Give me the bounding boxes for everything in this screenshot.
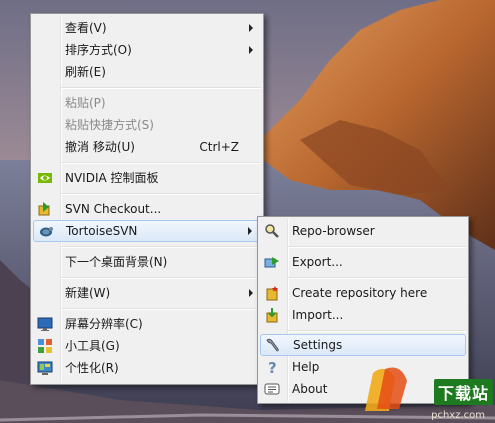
menu-item-gadgets[interactable]: 小工具(G) bbox=[33, 335, 261, 357]
menu-item-label: 查看(V) bbox=[65, 21, 107, 35]
submenu-item-repo-browser[interactable]: Repo-browser bbox=[260, 220, 466, 242]
svg-text:?: ? bbox=[268, 359, 277, 375]
menu-item-label: About bbox=[292, 382, 328, 396]
menu-item-nvidia-control-panel[interactable]: NVIDIA 控制面板 bbox=[33, 167, 261, 189]
menu-item-paste: 粘贴(P) bbox=[33, 92, 261, 114]
watermark-url: pchxz.com bbox=[431, 410, 485, 421]
menu-separator bbox=[288, 246, 466, 248]
shortcut-label: Ctrl+Z bbox=[199, 140, 239, 154]
menu-item-label: 粘贴(P) bbox=[65, 96, 106, 110]
export-icon bbox=[264, 257, 279, 268]
menu-separator bbox=[288, 277, 466, 279]
submenu-item-export[interactable]: Export... bbox=[260, 251, 466, 273]
menu-item-label: 粘贴快捷方式(S) bbox=[65, 118, 154, 132]
about-icon bbox=[264, 383, 280, 395]
menu-item-label: Settings bbox=[293, 338, 343, 352]
menu-separator bbox=[61, 193, 261, 195]
submenu-arrow-icon bbox=[249, 46, 253, 54]
submenu-item-create-repository[interactable]: Create repository here bbox=[260, 282, 466, 304]
personalize-icon bbox=[37, 361, 53, 375]
menu-item-label: TortoiseSVN bbox=[66, 224, 138, 238]
menu-item-svn-checkout[interactable]: SVN Checkout... bbox=[33, 198, 261, 220]
submenu-arrow-icon bbox=[248, 227, 252, 235]
menu-separator bbox=[61, 246, 261, 248]
menu-item-label: Export... bbox=[292, 255, 343, 269]
menu-item-refresh[interactable]: 刷新(E) bbox=[33, 61, 261, 83]
menu-item-label: Create repository here bbox=[292, 286, 428, 300]
menu-item-label: 小工具(G) bbox=[65, 339, 120, 353]
menu-item-label: Import... bbox=[292, 308, 344, 322]
watermark-brand: 下载站 bbox=[433, 379, 493, 405]
nvidia-icon bbox=[38, 173, 52, 183]
settings-icon bbox=[266, 338, 279, 352]
menu-item-label: 撤消 移动(U) bbox=[65, 140, 135, 154]
menu-separator bbox=[288, 330, 466, 332]
watermark-logo bbox=[365, 367, 407, 411]
menu-item-personalize[interactable]: 个性化(R) bbox=[33, 357, 261, 379]
screen-resolution-icon bbox=[37, 317, 53, 331]
menu-separator bbox=[61, 308, 261, 310]
menu-item-next-desktop-background[interactable]: 下一个桌面背景(N) bbox=[33, 251, 261, 273]
help-icon: ? bbox=[268, 359, 277, 375]
menu-item-label: 排序方式(O) bbox=[65, 43, 132, 57]
gadgets-icon bbox=[38, 339, 52, 353]
site-watermark: 下载站 pchxz.com bbox=[355, 363, 495, 423]
menu-item-new[interactable]: 新建(W) bbox=[33, 282, 261, 304]
tortoisesvn-icon bbox=[40, 227, 53, 237]
create-repository-icon bbox=[266, 286, 278, 301]
submenu-arrow-icon bbox=[249, 289, 253, 297]
menu-item-sort-by[interactable]: 排序方式(O) bbox=[33, 39, 261, 61]
menu-item-label: Help bbox=[292, 360, 320, 374]
menu-item-label: 新建(W) bbox=[65, 286, 111, 300]
menu-separator bbox=[61, 277, 261, 279]
svn-checkout-icon bbox=[38, 202, 50, 216]
menu-item-label: 下一个桌面背景(N) bbox=[65, 255, 168, 269]
submenu-item-settings[interactable]: Settings bbox=[260, 334, 466, 356]
submenu-arrow-icon bbox=[249, 24, 253, 32]
menu-item-label: Repo-browser bbox=[292, 224, 375, 238]
import-icon bbox=[266, 308, 278, 323]
menu-item-label: 个性化(R) bbox=[65, 361, 119, 375]
menu-separator bbox=[61, 162, 261, 164]
menu-item-tortoisesvn[interactable]: TortoiseSVN bbox=[33, 220, 261, 242]
menu-separator bbox=[61, 87, 261, 89]
menu-item-label: NVIDIA 控制面板 bbox=[65, 171, 159, 185]
menu-item-label: 屏幕分辨率(C) bbox=[65, 317, 143, 331]
menu-item-paste-shortcut: 粘贴快捷方式(S) bbox=[33, 114, 261, 136]
desktop-context-menu: 查看(V) 排序方式(O) 刷新(E) 粘贴(P) 粘贴快捷方式(S) 撤消 移… bbox=[30, 13, 264, 385]
submenu-item-import[interactable]: Import... bbox=[260, 304, 466, 326]
menu-item-label: 刷新(E) bbox=[65, 65, 106, 79]
menu-item-undo-move[interactable]: 撤消 移动(U) Ctrl+Z bbox=[33, 136, 261, 158]
menu-item-label: SVN Checkout... bbox=[65, 202, 162, 216]
repo-browser-icon bbox=[265, 224, 279, 238]
menu-item-screen-resolution[interactable]: 屏幕分辨率(C) bbox=[33, 313, 261, 335]
menu-item-view[interactable]: 查看(V) bbox=[33, 17, 261, 39]
